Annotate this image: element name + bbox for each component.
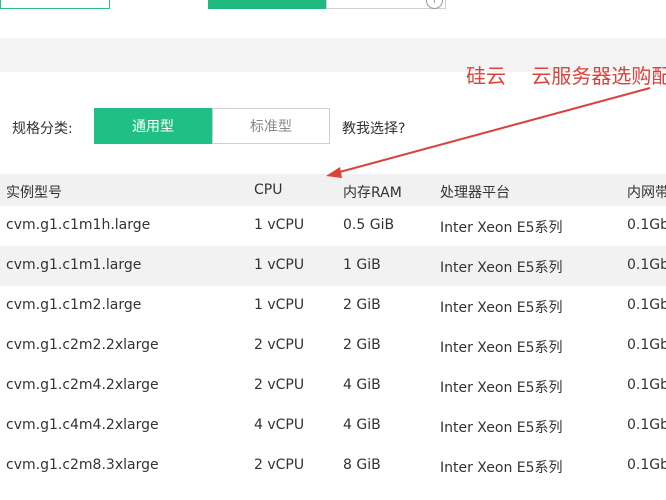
arrow-icon (326, 87, 651, 178)
